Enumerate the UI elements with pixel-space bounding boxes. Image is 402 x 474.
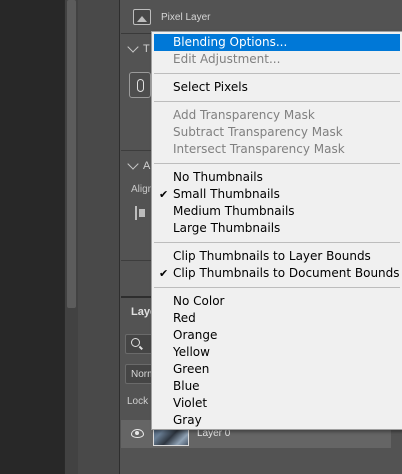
menu-item[interactable]: Clip Thumbnails to Layer Bounds — [154, 248, 400, 265]
menu-item[interactable]: No Color — [154, 293, 400, 310]
menu-item[interactable]: Select Pixels — [154, 79, 400, 96]
panel-dock-gutter — [78, 0, 120, 474]
menu-item-label: Gray — [173, 413, 202, 427]
menu-item-label: Orange — [173, 328, 218, 342]
menu-item: Edit Adjustment... — [154, 51, 400, 68]
lock-label: Lock — [127, 396, 149, 407]
menu-separator — [154, 73, 400, 74]
menu-item[interactable]: Blending Options... — [154, 34, 400, 51]
eye-icon[interactable] — [131, 429, 144, 438]
menu-separator — [154, 101, 400, 102]
link-icon[interactable] — [129, 72, 151, 98]
menu-separator — [154, 287, 400, 288]
menu-item-label: Clip Thumbnails to Document Bounds — [173, 266, 400, 280]
align-left-icon[interactable] — [135, 206, 145, 220]
menu-item[interactable]: Gray — [154, 412, 400, 429]
layer-type-label: Pixel Layer — [161, 12, 211, 23]
menu-item[interactable]: ✔ Clip Thumbnails to Document Bounds — [154, 265, 400, 282]
menu-item-label: No Color — [173, 294, 225, 308]
search-icon — [131, 338, 140, 347]
pixel-layer-icon — [133, 9, 151, 25]
transform-section-title: T — [143, 43, 150, 55]
align-section-title: A — [143, 160, 151, 172]
menu-item-label: Large Thumbnails — [173, 221, 281, 235]
document-canvas[interactable] — [0, 0, 64, 474]
menu-item[interactable]: ✔ Small Thumbnails — [154, 186, 400, 203]
checkmark-icon: ✔ — [159, 188, 169, 201]
menu-item-label: Medium Thumbnails — [173, 204, 295, 218]
scrollbar-thumb[interactable] — [67, 0, 76, 308]
menu-item[interactable]: Large Thumbnails — [154, 220, 400, 237]
menu-item-label: Select Pixels — [173, 80, 248, 94]
checkmark-icon: ✔ — [159, 267, 169, 280]
menu-item: Subtract Transparency Mask — [154, 124, 400, 141]
menu-item-label: Red — [173, 311, 196, 325]
menu-item-label: Intersect Transparency Mask — [173, 142, 345, 156]
menu-item[interactable]: Red — [154, 310, 400, 327]
menu-item[interactable]: Violet — [154, 395, 400, 412]
menu-item-label: Violet — [173, 396, 208, 410]
menu-item-label: Yellow — [173, 345, 210, 359]
menu-item-label: Small Thumbnails — [173, 187, 280, 201]
layer-context-menu: Blending Options... Edit Adjustment... Sel… — [151, 31, 402, 430]
menu-item[interactable]: Yellow — [154, 344, 400, 361]
chevron-down-icon[interactable] — [127, 41, 139, 53]
menu-item-label: Green — [173, 362, 210, 376]
menu-item: Intersect Transparency Mask — [154, 141, 400, 158]
menu-item[interactable]: Orange — [154, 327, 400, 344]
menu-item[interactable]: Blue — [154, 378, 400, 395]
menu-item-label: Subtract Transparency Mask — [173, 125, 343, 139]
menu-item-label: Clip Thumbnails to Layer Bounds — [173, 249, 371, 263]
align-label: Align — [131, 184, 154, 195]
properties-header: Pixel Layer — [121, 0, 402, 34]
menu-item[interactable]: No Thumbnails — [154, 169, 400, 186]
menu-item: Add Transparency Mask — [154, 107, 400, 124]
vertical-scrollbar[interactable] — [64, 0, 78, 474]
menu-item[interactable]: Green — [154, 361, 400, 378]
chevron-down-icon[interactable] — [127, 158, 139, 170]
menu-separator — [154, 163, 400, 164]
menu-item[interactable]: Medium Thumbnails — [154, 203, 400, 220]
menu-item-label: No Thumbnails — [173, 170, 263, 184]
menu-item-label: Blending Options... — [173, 35, 288, 49]
menu-item-label: Blue — [173, 379, 200, 393]
menu-separator — [154, 242, 400, 243]
menu-item-label: Edit Adjustment... — [173, 52, 281, 66]
menu-item-label: Add Transparency Mask — [173, 108, 315, 122]
